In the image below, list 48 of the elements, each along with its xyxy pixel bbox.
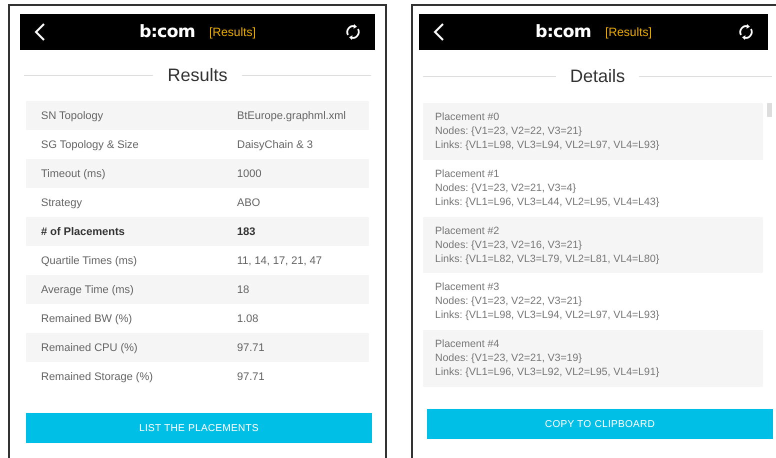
row-value: 183 <box>237 226 256 238</box>
action-button[interactable]: LIST THE PLACEMENTS <box>26 413 372 443</box>
screen-tag: [Results] <box>605 25 652 39</box>
placement-nodes: Nodes: {V1=23, V2=22, V3=21} <box>435 294 751 308</box>
refresh-icon[interactable] <box>345 24 361 40</box>
placement-title: Placement #1 <box>435 166 500 181</box>
placement-links: Links: {VL1=L82, VL3=L79, VL2=L81, VL4=L80} <box>435 252 660 266</box>
placement-title: Placement #4 <box>435 337 500 352</box>
row-label: Strategy <box>40 196 83 208</box>
row-label: Average Time (ms) <box>40 284 135 296</box>
placement-links: Links: {VL1=L98, VL3=L94, VL2=L97, VL4=L93} <box>435 138 660 152</box>
row-label: SG Topology & Size <box>40 138 140 150</box>
section-title: Results <box>167 65 228 86</box>
placement-title: Placement #0 <box>435 110 500 124</box>
back-icon[interactable] <box>34 23 46 41</box>
placement-title: Placement #2 <box>435 224 500 238</box>
section-title: Details <box>570 66 626 87</box>
action-button[interactable]: COPY TO CLIPBOARD <box>427 409 773 439</box>
row-value: 1000 <box>237 168 262 180</box>
scrollbar-thumb[interactable] <box>767 103 772 117</box>
row-value: 1.08 <box>237 312 258 324</box>
placement-nodes: Nodes: {V1=23, V2=16, V3=21} <box>435 238 751 252</box>
row-value: 97.71 <box>237 342 265 354</box>
placement-title: Placement #3 <box>435 280 500 294</box>
back-icon[interactable] <box>433 23 445 41</box>
placement-nodes: Nodes: {V1=23, V2=22, V3=21} <box>435 124 751 138</box>
row-label: Quartile Times (ms) <box>40 254 138 266</box>
placement-links: Links: {VL1=L96, VL3=L44, VL2=L95, VL4=L43} <box>435 194 660 209</box>
row-label: SN Topology <box>40 110 104 122</box>
placement-nodes: Nodes: {V1=23, V2=21, V3=19} <box>435 351 751 366</box>
row-label: # of Placements <box>40 226 126 238</box>
row-value: DaisyChain & 3 <box>237 138 313 150</box>
brand-logo: b:com <box>139 22 196 42</box>
placement-links: Links: {VL1=L96, VL3=L92, VL2=L95, VL4=L91} <box>435 365 660 380</box>
row-value: 18 <box>237 284 250 296</box>
row-label: Timeout (ms) <box>40 168 106 180</box>
row-label: Remained Storage (%) <box>40 370 154 382</box>
row-value: 11, 14, 17, 21, 47 <box>237 254 322 266</box>
brand-logo: b:com <box>535 22 592 42</box>
row-label: Remained CPU (%) <box>40 342 139 354</box>
placement-links: Links: {VL1=L98, VL3=L94, VL2=L97, VL4=L93} <box>435 308 660 322</box>
screen-tag: [Results] <box>209 25 256 39</box>
row-label: Remained BW (%) <box>40 312 134 324</box>
refresh-icon[interactable] <box>738 24 754 40</box>
row-value: 97.71 <box>237 370 265 382</box>
row-value: BtEurope.graphml.xml <box>237 110 346 122</box>
placement-nodes: Nodes: {V1=23, V2=21, V3=4} <box>435 180 751 195</box>
row-value: ABO <box>237 196 260 208</box>
